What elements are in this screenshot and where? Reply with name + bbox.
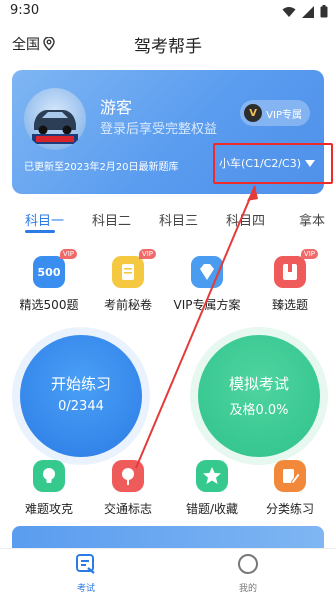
annotation-arrow — [135, 185, 258, 469]
